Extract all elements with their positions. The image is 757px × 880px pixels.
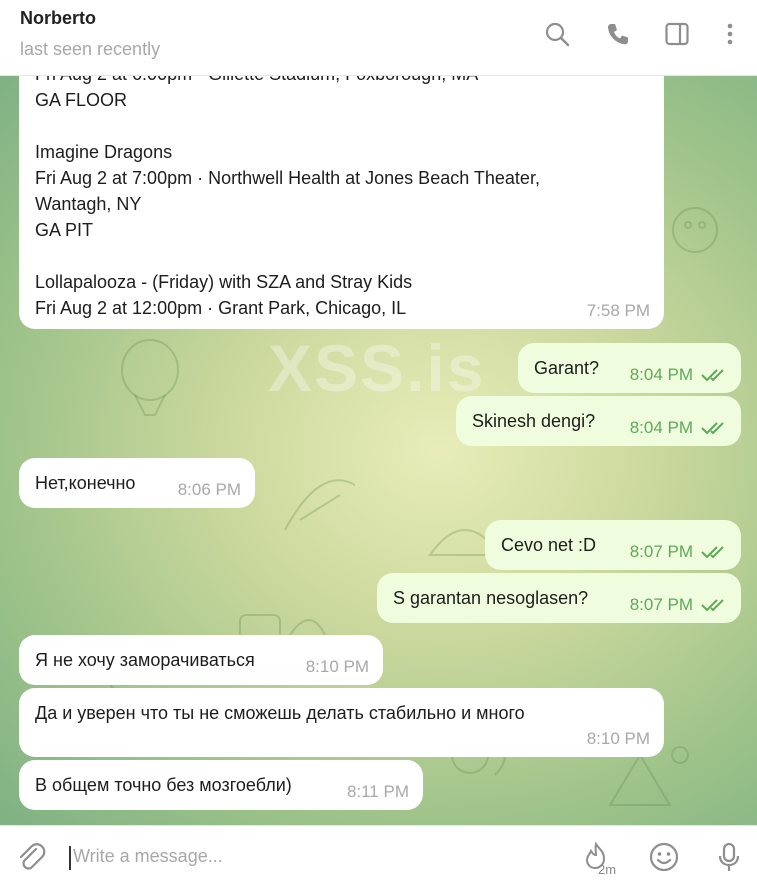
message-text-line: GA FLOOR	[35, 90, 128, 110]
message-bubble-incoming[interactable]: Да и уверен что ты не сможешь делать ста…	[19, 688, 664, 757]
text-cursor	[69, 846, 71, 870]
message-bubble-incoming[interactable]: Нет,конечно 8:06 PM	[19, 458, 255, 508]
chat-status: last seen recently	[20, 39, 161, 59]
chat-messages-area[interactable]: XSS.is Fri Aug 2 at 6:00pm · Gillette St…	[0, 75, 757, 825]
double-check-icon	[701, 422, 724, 435]
attach-icon[interactable]	[14, 840, 48, 874]
message-time: 8:07 PM	[629, 542, 693, 561]
message-time: 8:04 PM	[629, 365, 693, 384]
message-text-line: Fri Aug 2 at 7:00pm · Northwell Health a…	[35, 168, 540, 188]
message-bubble-outgoing[interactable]: Cevo net :D 8:07 PM	[485, 520, 741, 570]
double-check-icon	[701, 369, 724, 382]
message-input[interactable]: Write a message...	[73, 846, 223, 867]
message-text: Да и уверен что ты не сможешь делать ста…	[35, 703, 525, 723]
balloon-doodle	[121, 339, 179, 416]
message-bubble-incoming[interactable]: В общем точно без мозгоебли) 8:11 PM	[19, 760, 423, 810]
message-bubble-outgoing[interactable]: Garant? 8:04 PM	[518, 343, 741, 393]
message-text-line: Wantagh, NY	[35, 194, 142, 214]
message-bubble-incoming[interactable]: Я не хочу заморачиваться 8:10 PM	[19, 635, 383, 685]
message-time: 8:11 PM	[346, 782, 409, 801]
chat-title[interactable]: Norberto	[20, 8, 96, 29]
message-time: 8:07 PM	[629, 595, 693, 614]
sidebar-icon[interactable]	[662, 19, 692, 49]
message-time: 8:10 PM	[586, 729, 650, 748]
message-text-line: Lollapalooza - (Friday) with SZA and Str…	[35, 272, 413, 292]
chat-header: Norberto last seen recently	[0, 0, 757, 76]
phone-icon[interactable]	[603, 19, 633, 49]
message-time: 7:58 PM	[586, 301, 650, 320]
message-time: 8:10 PM	[305, 657, 369, 676]
message-text-line	[35, 113, 648, 139]
message-text-line: Imagine Dragons	[35, 142, 173, 162]
background-doodle	[672, 207, 718, 253]
message-text-line: GA PIT	[35, 220, 94, 240]
message-bubble-outgoing[interactable]: S garantan nesoglasen? 8:07 PM	[377, 573, 741, 623]
message-composer: Write a message... 2m	[0, 825, 757, 880]
search-icon[interactable]	[542, 19, 572, 49]
message-text-line: Fri Aug 2 at 12:00pm · Grant Park, Chica…	[35, 298, 407, 318]
message-time: 8:04 PM	[629, 418, 693, 437]
message-text-line: Fri Aug 2 at 6:00pm · Gillette Stadium, …	[35, 75, 648, 87]
timer-label: 2m	[598, 862, 617, 877]
message-text-line	[35, 243, 648, 269]
emoji-icon[interactable]	[647, 840, 681, 874]
microphone-icon[interactable]	[712, 840, 746, 874]
double-check-icon	[701, 546, 724, 559]
more-icon[interactable]	[715, 19, 745, 49]
double-check-icon	[701, 599, 724, 612]
message-bubble-incoming[interactable]: Fri Aug 2 at 6:00pm · Gillette Stadium, …	[19, 75, 664, 329]
message-time: 8:06 PM	[177, 480, 241, 499]
watermark-text: XSS.is	[268, 331, 486, 405]
message-bubble-outgoing[interactable]: Skinesh dengi? 8:04 PM	[456, 396, 741, 446]
background-doodle	[284, 479, 356, 531]
